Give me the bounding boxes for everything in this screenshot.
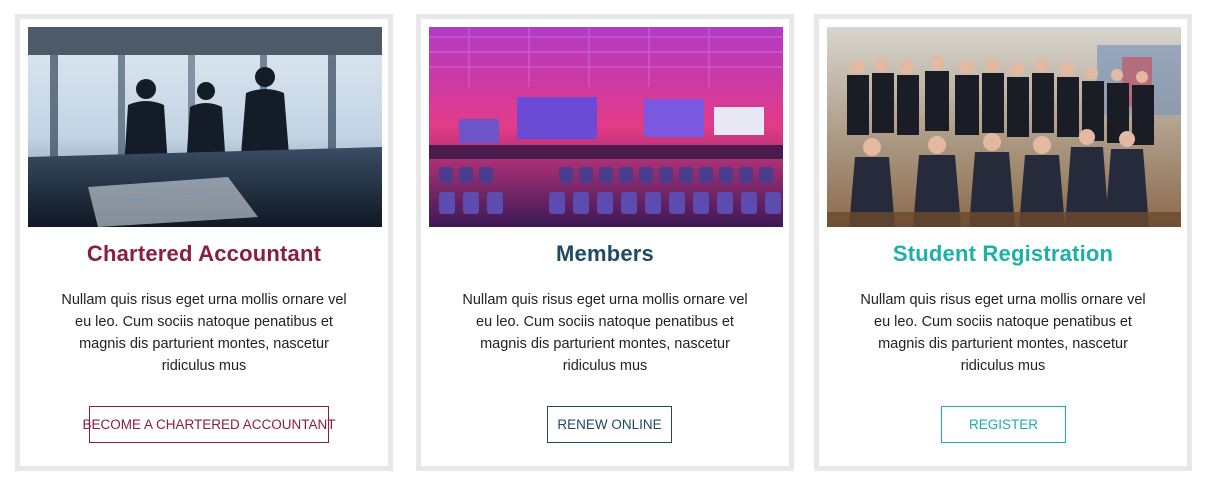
renew-online-button[interactable]: RENEW ONLINE bbox=[547, 406, 672, 443]
card-members: Members Nullam quis risus eget urna moll… bbox=[416, 14, 794, 471]
card-description: Nullam quis risus eget urna mollis ornar… bbox=[462, 292, 748, 374]
conference-hall-image bbox=[429, 27, 783, 227]
student-group-image bbox=[827, 27, 1181, 227]
card-student-registration: Student Registration Nullam quis risus e… bbox=[814, 14, 1192, 471]
card-title: Chartered Accountant bbox=[86, 241, 322, 266]
card-description: Nullam quis risus eget urna mollis ornar… bbox=[860, 292, 1146, 374]
card-description: Nullam quis risus eget urna mollis ornar… bbox=[61, 292, 347, 374]
card-title: Members bbox=[556, 241, 654, 266]
register-button[interactable]: REGISTER bbox=[941, 406, 1066, 443]
become-chartered-accountant-button[interactable]: BECOME A CHARTERED ACCOUNTANT bbox=[82, 406, 336, 443]
cards-row: Chartered Accountant Nullam quis risus e… bbox=[0, 0, 1218, 484]
card-title: Student Registration bbox=[892, 241, 1114, 266]
business-people-image bbox=[28, 27, 382, 227]
card-chartered-accountant: Chartered Accountant Nullam quis risus e… bbox=[15, 14, 393, 471]
